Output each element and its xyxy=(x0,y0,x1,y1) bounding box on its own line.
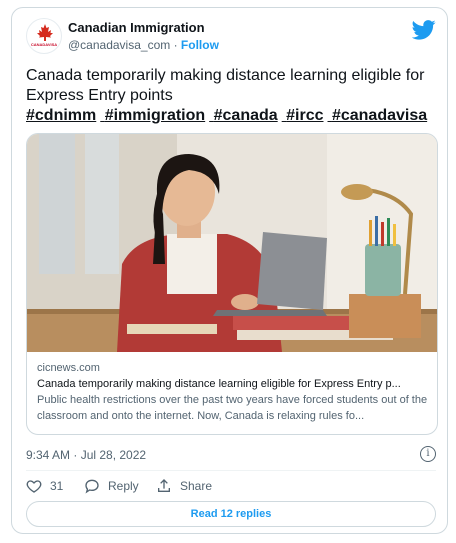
timestamp[interactable]: 9:34 AM · Jul 28, 2022 xyxy=(26,448,146,462)
separator: · xyxy=(173,38,178,52)
read-replies-button[interactable]: Read 12 replies xyxy=(26,501,436,527)
timestamp-row: 9:34 AM · Jul 28, 2022 i xyxy=(26,446,436,462)
heart-icon xyxy=(26,480,42,493)
maple-leaf-icon xyxy=(37,24,53,41)
link-card[interactable]: cicnews.com Canada temporarily making di… xyxy=(26,133,438,435)
share-label: Share xyxy=(180,479,213,493)
hashtag[interactable]: #immigration xyxy=(105,107,205,124)
reply-label: Reply xyxy=(108,479,139,493)
action-bar: 31 Reply Share xyxy=(26,478,436,498)
reply-icon xyxy=(85,479,99,494)
info-icon[interactable]: i xyxy=(420,446,436,462)
link-card-image xyxy=(27,134,437,352)
handle-row: @canadavisa_com · Follow xyxy=(68,38,219,52)
link-card-site: cicnews.com xyxy=(37,362,100,374)
share-button[interactable]: Share xyxy=(156,478,212,494)
hashtag[interactable]: #ircc xyxy=(286,107,323,124)
avatar-text: CANADAVISA xyxy=(30,42,58,47)
link-card-meta: cicnews.com Canada temporarily making di… xyxy=(37,360,429,424)
hashtag[interactable]: #canadavisa xyxy=(332,107,427,124)
hashtag[interactable]: #canada xyxy=(214,107,278,124)
link-card-title: Canada temporarily making distance learn… xyxy=(37,378,401,390)
account-handle[interactable]: @canadavisa_com xyxy=(68,38,170,52)
like-count: 31 xyxy=(50,479,64,493)
tweet-text: Canada temporarily making distance learn… xyxy=(26,66,436,126)
tweet-card: CANADAVISA Canadian Immigration @canadav… xyxy=(11,7,448,534)
divider xyxy=(26,470,436,471)
twitter-bird-icon[interactable] xyxy=(412,20,436,40)
avatar[interactable]: CANADAVISA xyxy=(26,18,62,54)
like-button[interactable]: 31 xyxy=(26,478,63,494)
hashtags: #cdnimm #immigration #canada #ircc #cana… xyxy=(26,106,436,126)
tweet-body: Canada temporarily making distance learn… xyxy=(26,67,425,104)
tweet-header: CANADAVISA Canadian Immigration @canadav… xyxy=(26,18,436,58)
hashtag[interactable]: #cdnimm xyxy=(26,107,96,124)
account-name[interactable]: Canadian Immigration xyxy=(68,20,205,35)
link-card-description: Public health restrictions over the past… xyxy=(37,394,428,422)
follow-button[interactable]: Follow xyxy=(181,38,219,52)
share-icon xyxy=(158,479,170,492)
reply-button[interactable]: Reply xyxy=(84,478,139,494)
